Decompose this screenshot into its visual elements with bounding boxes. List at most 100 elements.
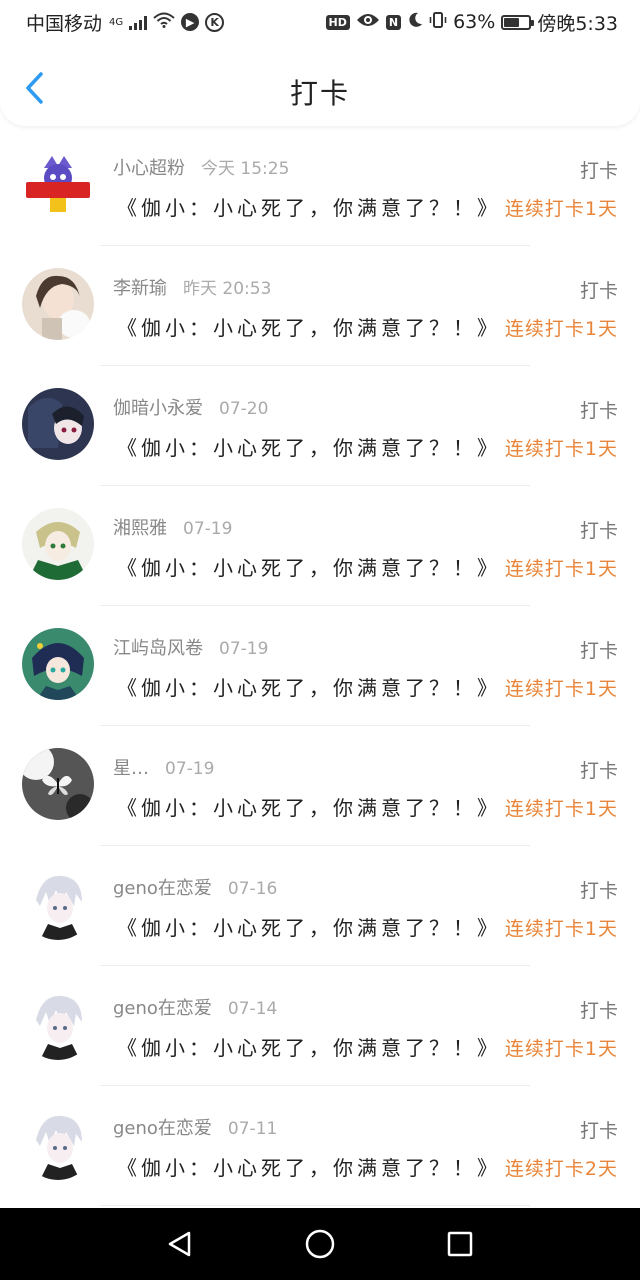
- avatar[interactable]: [22, 1108, 94, 1180]
- action-label: 打卡: [579, 1000, 618, 1022]
- checkin-content[interactable]: 《伽小：小心死了，你满意了？！》: [117, 552, 501, 581]
- checkin-time: 07-11: [227, 1119, 278, 1139]
- system-nav-bar: [0, 1208, 640, 1280]
- avatar[interactable]: [22, 748, 94, 820]
- k-app-icon: K: [205, 12, 225, 32]
- hd-icon: HD: [325, 14, 350, 30]
- nav-home-button[interactable]: [298, 1222, 342, 1266]
- item-meta: geno在恋爱 07-14: [113, 994, 277, 1020]
- list-item[interactable]: 江屿岛风卷 07-19 打卡《伽小：小心死了，你满意了？！》 连续打卡1天: [0, 606, 640, 726]
- item-meta: geno在恋爱 07-11: [113, 1114, 277, 1140]
- moon-icon: [407, 11, 423, 33]
- streak-label: 连续打卡1天: [504, 1038, 618, 1060]
- avatar[interactable]: [22, 988, 94, 1060]
- header: 打卡: [0, 44, 640, 126]
- user-name[interactable]: 小心超粉: [113, 158, 185, 179]
- checkin-content[interactable]: 《伽小：小心死了，你满意了？！》: [117, 312, 501, 341]
- avatar[interactable]: [22, 268, 94, 340]
- checkin-content[interactable]: 《伽小：小心死了，你满意了？！》: [117, 1152, 501, 1181]
- divider: [100, 1205, 530, 1206]
- action-label: 打卡: [579, 880, 618, 902]
- checkin-content[interactable]: 《伽小：小心死了，你满意了？！》: [117, 432, 501, 461]
- triangle-back-icon: [168, 1231, 191, 1257]
- checkin-time: 07-19: [165, 759, 215, 779]
- vibrate-icon: [429, 11, 447, 34]
- streak-label: 连续打卡1天: [504, 798, 618, 820]
- list-item[interactable]: 湘熙雅 07-19 打卡《伽小：小心死了，你满意了？！》 连续打卡1天: [0, 486, 640, 606]
- checkin-time: 今天 15:25: [201, 159, 290, 179]
- action-label: 打卡: [579, 520, 618, 542]
- list-item[interactable]: geno在恋爱 07-11 打卡《伽小：小心死了，你满意了？！》 连续打卡2天: [0, 1086, 640, 1206]
- streak-label: 连续打卡1天: [504, 678, 618, 700]
- list-item[interactable]: 李新瑜 昨天 20:53 打卡《伽小：小心死了，你满意了？！》 连续打卡1天: [0, 246, 640, 366]
- nfc-icon: N: [385, 14, 402, 30]
- eye-icon: [356, 11, 380, 33]
- action-label: 打卡: [579, 1120, 618, 1142]
- list-item[interactable]: 伽暗小永爱 07-20 打卡《伽小：小心死了，你满意了？！》 连续打卡1天: [0, 366, 640, 486]
- battery-percent: 63%: [453, 11, 496, 33]
- checkin-time: 07-20: [219, 399, 269, 419]
- avatar[interactable]: [22, 508, 94, 580]
- avatar[interactable]: [22, 148, 94, 220]
- page-title: 打卡: [289, 77, 350, 110]
- item-meta: geno在恋爱 07-16: [113, 874, 277, 900]
- checkin-time: 07-14: [227, 999, 278, 1019]
- battery-level: [504, 17, 520, 27]
- checkin-time: 07-19: [183, 519, 233, 539]
- checkin-time: 07-16: [227, 879, 278, 899]
- status-bar: 中国移动 4G ▶ K HD N 63% 傍晚5:33: [0, 0, 640, 44]
- item-meta: 星… 07-19: [113, 754, 214, 780]
- streak-label: 连续打卡2天: [504, 1158, 618, 1180]
- list-item[interactable]: 小心超粉 今天 15:25 打卡《伽小：小心死了，你满意了？！》 连续打卡1天: [0, 126, 640, 246]
- item-meta: 小心超粉 今天 15:25: [113, 154, 289, 180]
- battery-icon: [501, 14, 535, 30]
- play-icon: ▶: [181, 13, 200, 31]
- signal-icon: [129, 14, 148, 30]
- square-recents-icon: [447, 1231, 473, 1257]
- avatar[interactable]: [22, 388, 94, 460]
- item-meta: 湘熙雅 07-19: [113, 514, 232, 540]
- wifi-icon: [153, 11, 175, 33]
- checkin-content[interactable]: 《伽小：小心死了，你满意了？！》: [117, 792, 501, 821]
- user-name[interactable]: 江屿岛风卷: [113, 638, 203, 659]
- user-name[interactable]: 伽暗小永爱: [113, 398, 203, 419]
- status-bar-left: 中国移动 4G ▶ K: [26, 9, 225, 36]
- checkin-content[interactable]: 《伽小：小心死了，你满意了？！》: [117, 192, 501, 221]
- action-label: 打卡: [579, 160, 618, 182]
- status-bar-right: HD N 63% 傍晚5:33: [325, 9, 618, 36]
- avatar[interactable]: [22, 628, 94, 700]
- list-item[interactable]: geno在恋爱 07-14 打卡《伽小：小心死了，你满意了？！》 连续打卡1天: [0, 966, 640, 1086]
- action-label: 打卡: [579, 400, 618, 422]
- carrier-label: 中国移动: [26, 12, 103, 35]
- streak-label: 连续打卡1天: [504, 438, 618, 460]
- clock: 傍晚5:33: [537, 12, 618, 35]
- user-name[interactable]: 湘熙雅: [113, 518, 167, 539]
- user-name[interactable]: 星…: [113, 758, 149, 779]
- checkin-time: 昨天 20:53: [183, 279, 272, 299]
- item-meta: 伽暗小永爱 07-20: [113, 394, 268, 420]
- nav-back-button[interactable]: [158, 1222, 202, 1266]
- streak-label: 连续打卡1天: [504, 918, 618, 940]
- checkin-content[interactable]: 《伽小：小心死了，你满意了？！》: [117, 912, 501, 941]
- action-label: 打卡: [579, 640, 618, 662]
- circle-home-icon: [305, 1229, 335, 1259]
- user-name[interactable]: geno在恋爱: [113, 878, 212, 899]
- item-meta: 李新瑜 昨天 20:53: [113, 274, 271, 300]
- checkin-content[interactable]: 《伽小：小心死了，你满意了？！》: [117, 1032, 501, 1061]
- checkin-list: 小心超粉 今天 15:25 打卡 《伽小：小心死了，你满意了？！》 连续打卡1天 李新瑜昨…: [0, 126, 640, 1206]
- user-name[interactable]: geno在恋爱: [113, 1118, 212, 1139]
- user-name[interactable]: geno在恋爱: [113, 998, 212, 1019]
- action-label: 打卡: [579, 760, 618, 782]
- user-name[interactable]: 李新瑜: [113, 278, 167, 299]
- checkin-content[interactable]: 《伽小：小心死了，你满意了？！》: [117, 672, 501, 701]
- nav-recents-button[interactable]: [438, 1222, 482, 1266]
- checkin-time: 07-19: [219, 639, 269, 659]
- network-type-label: 4G: [109, 16, 124, 28]
- avatar[interactable]: [22, 868, 94, 940]
- streak-label: 连续打卡1天: [504, 198, 618, 220]
- streak-label: 连续打卡1天: [504, 318, 618, 340]
- list-item[interactable]: 星… 07-19 打卡《伽小：小心死了，你满意了？！》 连续打卡1天: [0, 726, 640, 846]
- action-label: 打卡: [579, 280, 618, 302]
- list-item[interactable]: geno在恋爱 07-16 打卡《伽小：小心死了，你满意了？！》 连续打卡1天: [0, 846, 640, 966]
- streak-label: 连续打卡1天: [504, 558, 618, 580]
